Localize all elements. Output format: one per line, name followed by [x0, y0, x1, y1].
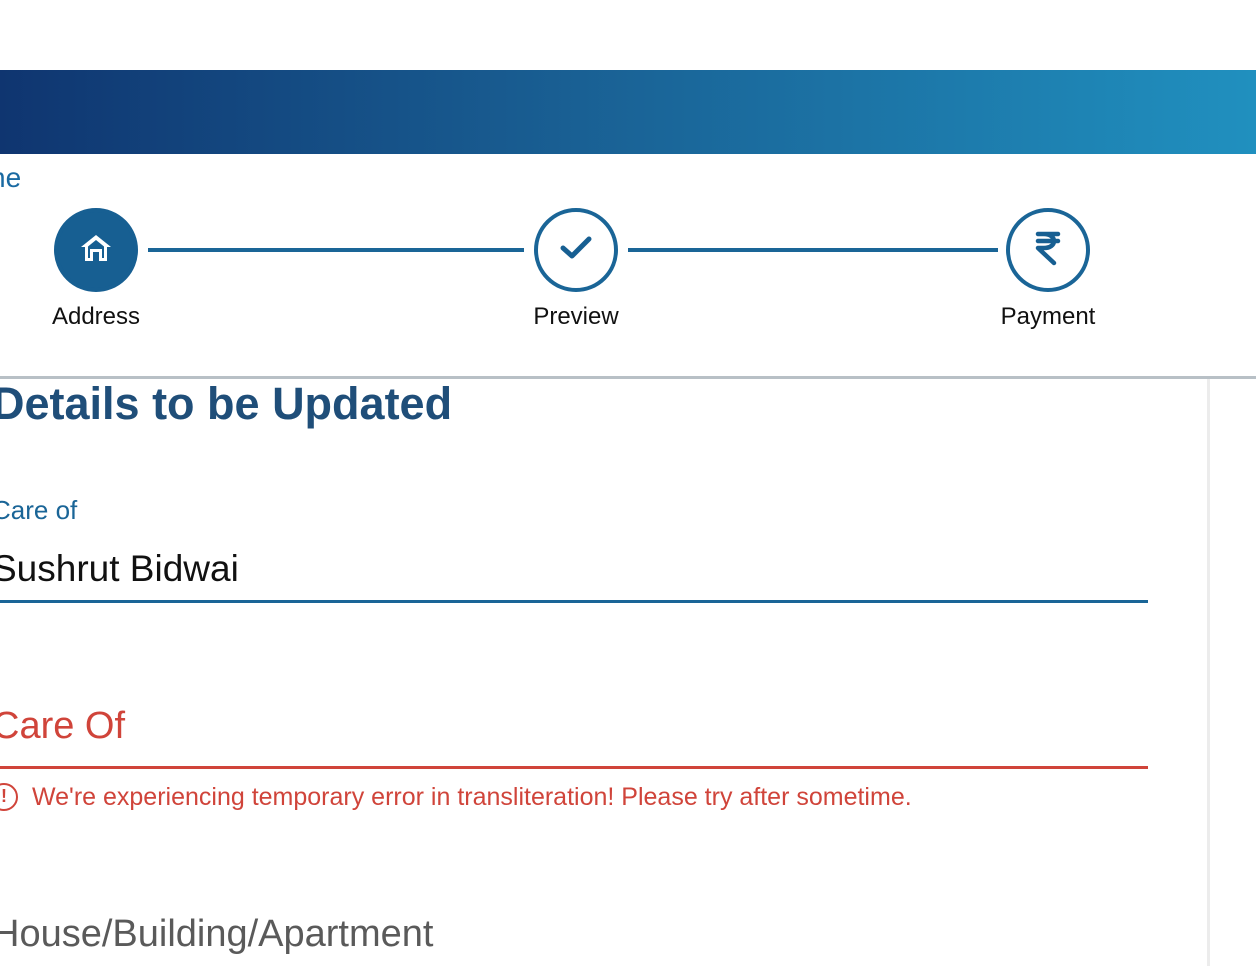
step-label-address: Address	[51, 303, 141, 330]
breadcrumb-link[interactable]: ne	[0, 160, 21, 196]
step-connector-1	[148, 248, 524, 252]
page-title: Details to be Updated	[0, 378, 453, 429]
step-preview[interactable]	[534, 208, 618, 292]
care-of-input[interactable]: Sushrut Bidwai	[0, 546, 239, 592]
panel-divider	[1207, 379, 1210, 966]
page: ne Address Preview Payment Details to be…	[0, 0, 1256, 966]
step-connector-2	[628, 248, 998, 252]
care-of-label: Care of	[0, 495, 78, 525]
header-banner	[0, 70, 1256, 154]
care-of-local-input[interactable]: Care Of	[0, 702, 125, 750]
step-address[interactable]	[54, 208, 138, 292]
rupee-icon	[1034, 230, 1062, 271]
home-icon	[79, 233, 113, 268]
top-spacer	[0, 0, 1256, 70]
care-of-underline	[0, 600, 1148, 603]
step-payment[interactable]	[1006, 208, 1090, 292]
check-icon	[559, 235, 593, 266]
step-label-preview: Preview	[533, 303, 619, 330]
step-label-payment: Payment	[1000, 303, 1096, 330]
error-icon: !	[0, 783, 18, 811]
transliteration-error-message: We're experiencing temporary error in tr…	[32, 783, 912, 811]
care-of-local-underline	[0, 766, 1148, 769]
house-building-input[interactable]: House/Building/Apartment	[0, 910, 433, 958]
